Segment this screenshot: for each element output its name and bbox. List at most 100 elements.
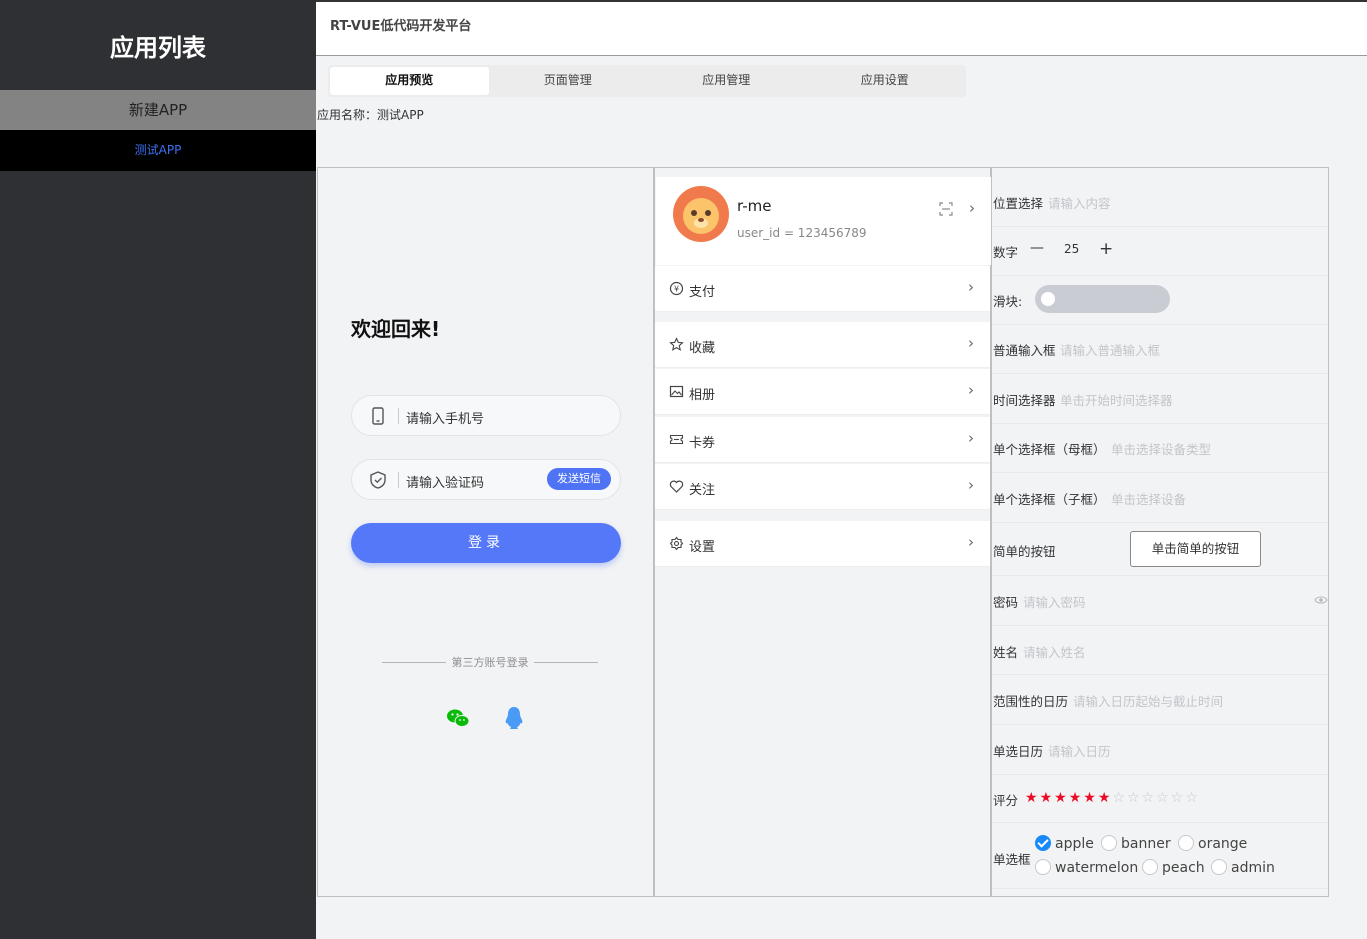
scan-icon[interactable]: [939, 202, 953, 216]
name-label: 姓名: [993, 645, 1019, 660]
plain-input[interactable]: 请输入普通输入框: [1060, 340, 1160, 359]
position-input[interactable]: 请输入内容: [1048, 193, 1111, 212]
shield-icon: [370, 471, 386, 489]
radio-circle-icon: [1211, 859, 1227, 875]
simple-button[interactable]: 单击简单的按钮: [1130, 531, 1261, 567]
sidebar-item-test-app[interactable]: 测试APP: [0, 130, 316, 171]
menu-label: 设置: [689, 540, 716, 555]
heart-icon: [669, 480, 684, 493]
header: RT-VUE低代码开发平台: [316, 0, 1367, 56]
qq-icon[interactable]: [501, 705, 527, 731]
time-picker-row[interactable]: 时间选择器 单击开始时间选择器: [992, 374, 1328, 424]
send-sms-button[interactable]: 发送短信: [547, 468, 611, 490]
radio-watermelon[interactable]: watermelon: [1035, 859, 1138, 876]
number-value[interactable]: 25: [1064, 242, 1079, 256]
menu-item-album[interactable]: 相册 ›: [655, 369, 990, 415]
menu-label: 收藏: [689, 341, 716, 356]
chevron-right-icon: ›: [968, 278, 974, 296]
divider-line-left: [382, 662, 446, 663]
radio-apple[interactable]: apple: [1035, 835, 1094, 852]
time-picker-input[interactable]: 单击开始时间选择器: [1060, 390, 1173, 409]
child-select-input[interactable]: 单击选择设备: [1111, 489, 1186, 508]
chevron-right-icon: ›: [968, 381, 974, 399]
menu-item-coupons[interactable]: 卡券 ›: [655, 417, 990, 463]
star-empty-icon[interactable]: ☆: [1127, 790, 1142, 806]
plus-button[interactable]: +: [1099, 239, 1113, 259]
child-select-row[interactable]: 单个选择框（子框） 单击选择设备: [992, 473, 1328, 523]
lion-avatar: [673, 186, 729, 242]
menu-label: 关注: [689, 483, 716, 498]
menu-item-settings[interactable]: 设置 ›: [655, 521, 990, 567]
menu-item-favorites[interactable]: 收藏 ›: [655, 322, 990, 368]
star-filled-icon[interactable]: ★: [1025, 790, 1040, 806]
tab-page-management[interactable]: 页面管理: [489, 67, 648, 95]
star-empty-icon[interactable]: ☆: [1156, 790, 1171, 806]
parent-select-label: 单个选择框（母框）: [993, 442, 1106, 457]
coupon-icon: [669, 434, 684, 445]
slider-track[interactable]: [1035, 285, 1170, 313]
phone-input[interactable]: 请输入手机号: [406, 408, 484, 427]
password-label: 密码: [993, 595, 1019, 610]
tab-app-settings[interactable]: 应用设置: [806, 67, 965, 95]
star-filled-icon[interactable]: ★: [1083, 790, 1098, 806]
radio-admin[interactable]: admin: [1211, 859, 1275, 876]
slider-handle[interactable]: [1041, 292, 1055, 306]
slider-label: 滑块:: [993, 294, 1023, 309]
calendar-row[interactable]: 单选日历 请输入日历: [992, 725, 1328, 775]
username: r-me: [737, 197, 772, 215]
star-empty-icon[interactable]: ☆: [1112, 790, 1127, 806]
photo-icon: [669, 385, 684, 398]
phone-field[interactable]: 请输入手机号: [351, 395, 621, 436]
tab-app-preview[interactable]: 应用预览: [330, 67, 489, 95]
radio-orange[interactable]: orange: [1178, 835, 1247, 852]
menu-label: 支付: [689, 285, 716, 300]
field-separator: [398, 408, 399, 424]
sidebar-title: 应用列表: [110, 34, 206, 62]
star-empty-icon[interactable]: ☆: [1185, 790, 1200, 806]
new-app-button[interactable]: 新建APP: [0, 90, 316, 130]
calendar-input[interactable]: 请输入日历: [1048, 741, 1111, 760]
name-input[interactable]: 请输入姓名: [1023, 642, 1086, 661]
star-filled-icon[interactable]: ★: [1069, 790, 1084, 806]
range-calendar-input[interactable]: 请输入日历起始与截止时间: [1073, 691, 1223, 710]
login-preview-panel: 欢迎回来! 请输入手机号 请输入验证码 发送短信 登录 第三方账号登录: [317, 167, 654, 897]
login-button[interactable]: 登录: [351, 523, 621, 563]
form-preview-panel: 位置选择 请输入内容 数字 — 25 + 滑块: 普通输入框 请输入普通输入框 …: [991, 167, 1329, 897]
user-id: user_id = 123456789: [737, 226, 867, 240]
menu-item-follow[interactable]: 关注 ›: [655, 464, 990, 510]
chevron-right-icon: ›: [969, 199, 975, 217]
minus-button[interactable]: —: [1030, 240, 1044, 256]
position-select-row[interactable]: 位置选择 请输入内容: [992, 178, 1328, 227]
wechat-icon[interactable]: [445, 705, 471, 731]
radio-circle-icon: [1142, 859, 1158, 875]
parent-select-row[interactable]: 单个选择框（母框） 单击选择设备类型: [992, 424, 1328, 473]
chevron-right-icon: ›: [968, 429, 974, 447]
pay-icon: ¥: [669, 281, 684, 296]
user-card[interactable]: r-me user_id = 123456789 ›: [656, 177, 991, 265]
plain-input-row[interactable]: 普通输入框 请输入普通输入框: [992, 325, 1328, 374]
radio-banner[interactable]: banner: [1101, 835, 1171, 852]
star-filled-icon[interactable]: ★: [1054, 790, 1069, 806]
password-input[interactable]: 请输入密码: [1023, 592, 1086, 611]
profile-preview-panel: r-me user_id = 123456789 › ¥ 支付 › 收藏 › 相…: [654, 167, 991, 897]
range-calendar-row[interactable]: 范围性的日历 请输入日历起始与截止时间: [992, 675, 1328, 725]
radio-peach[interactable]: peach: [1142, 859, 1205, 876]
parent-select-input[interactable]: 单击选择设备类型: [1111, 439, 1211, 458]
code-input[interactable]: 请输入验证码: [406, 472, 484, 491]
eye-icon[interactable]: [1314, 594, 1328, 606]
rating-stars[interactable]: ★★★★★★☆☆☆☆☆☆: [1025, 790, 1200, 806]
star-filled-icon[interactable]: ★: [1040, 790, 1055, 806]
tab-app-management[interactable]: 应用管理: [647, 67, 806, 95]
password-row[interactable]: 密码 请输入密码: [992, 576, 1328, 626]
star-empty-icon[interactable]: ☆: [1142, 790, 1157, 806]
star-empty-icon[interactable]: ☆: [1171, 790, 1186, 806]
code-field[interactable]: 请输入验证码 发送短信: [351, 459, 621, 500]
menu-item-pay[interactable]: ¥ 支付 ›: [655, 266, 990, 312]
settings-icon: [669, 536, 684, 551]
star-filled-icon[interactable]: ★: [1098, 790, 1113, 806]
radio-circle-icon: [1101, 835, 1117, 851]
name-row[interactable]: 姓名 请输入姓名: [992, 626, 1328, 675]
menu-label: 相册: [689, 388, 716, 403]
sidebar: 应用列表 新建APP 测试APP: [0, 0, 316, 939]
radio-circle-icon: [1178, 835, 1194, 851]
